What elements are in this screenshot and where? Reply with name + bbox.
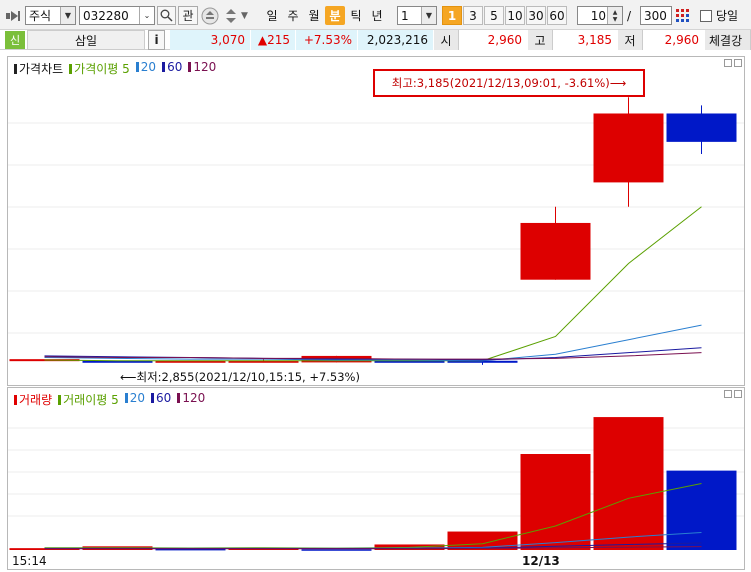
axis-date-label: 12/13 [522,554,560,568]
quick-5[interactable]: 5 [484,6,504,25]
chart-toolbar: 주식 ▼ 032280 ⌄ 관 ▼ 일 주 월 분 틱 년 1 ▼ 1 3 5 … [0,0,751,30]
high-annotation: 최고:3,185(2021/12/13,09:01, -3.61%)⟶ [373,69,645,97]
volume-bar [593,417,664,550]
search-icon [160,9,173,22]
count-separator: / [627,8,632,23]
current-price: 3,070 [170,30,251,50]
link-arrow-icon[interactable] [5,6,23,25]
count-total[interactable]: 300 [640,6,672,25]
quick-60[interactable]: 60 [547,6,567,25]
candle-body [666,113,737,142]
volume-bar [301,549,372,551]
candle-body [520,222,591,280]
low-price: 2,960 [643,30,705,50]
period-week[interactable]: 주 [283,6,303,25]
info-button[interactable]: i [148,30,165,50]
period-tabs: 일 주 월 분 틱 년 [262,6,388,25]
eject-icon[interactable] [200,6,220,25]
updown-stepper[interactable] [222,6,240,25]
low-label: 저 [618,30,643,50]
quick-3[interactable]: 3 [463,6,483,25]
open-label: 시 [434,30,459,50]
low-annotation-text: ⟵최저:2,855(2021/12/10,15:15, +7.53%) [120,370,360,384]
open-price: 2,960 [459,30,528,50]
interest-button[interactable]: 관 [178,6,198,25]
time-axis: 15:14 12/13 [7,552,745,570]
today-checkbox-wrap[interactable]: 당일 [700,6,751,25]
market-select[interactable]: 주식 ▼ [25,6,76,25]
quick-10[interactable]: 10 [505,6,525,25]
quick-interval-buttons: 1 3 5 10 30 60 [442,6,568,25]
search-button[interactable] [157,6,176,25]
market-select-value: 주식 [29,9,52,23]
count-total-value: 300 [644,8,667,23]
period-day[interactable]: 일 [262,6,282,25]
price-chart-panel[interactable]: 가격차트 가격이평 5 20 60 120 최고:3,185(2021/12/1… [7,56,745,386]
period-tick[interactable]: 틱 [346,6,366,25]
stock-name: 삼일 [27,30,145,50]
volume-bar [666,470,737,550]
period-month[interactable]: 월 [304,6,324,25]
axis-left-time: 15:14 [12,554,47,568]
trade-volume: 2,023,216 [358,30,434,50]
today-checkbox[interactable] [700,9,712,22]
ma20-line [44,324,702,362]
volume-bar [520,454,591,550]
volume-chart-panel[interactable]: 거래량 거래이평 5 20 60 120 [7,387,745,553]
high-label: 고 [528,30,553,50]
chevron-down-icon[interactable]: ▼ [421,7,436,24]
stock-code-input[interactable]: 032280 ⌄ [79,6,155,25]
count-stepper[interactable]: ▲ ▼ [607,7,622,24]
period-year[interactable]: 년 [367,6,387,25]
credit-badge: 신 [5,31,25,49]
quick-1[interactable]: 1 [442,6,462,25]
info-button-label: i [154,33,159,47]
price-change: ▲215 [251,30,296,50]
trade-strength-label: 체결강 [705,30,751,50]
quote-info-bar: 신 삼일 i 3,070 ▲215 +7.53% 2,023,216 시 2,9… [0,30,751,50]
credit-badge-label: 신 [9,34,21,47]
period-minute[interactable]: 분 [325,6,345,25]
quick-30[interactable]: 30 [526,6,546,25]
chevron-down-icon[interactable]: ⌄ [139,7,154,24]
price-chart-svg [8,97,744,365]
interval-select[interactable]: 1 ▼ [397,6,437,25]
high-price: 3,185 [553,30,618,50]
interval-value: 1 [401,8,409,23]
count-value: 10 [590,8,606,23]
settings-grid-icon[interactable] [674,6,692,25]
high-annotation-text: 최고:3,185(2021/12/13,09:01, -3.61%)⟶ [391,76,627,90]
interest-label: 관 [182,9,194,23]
stock-name-label: 삼일 [74,33,98,48]
stock-code-value: 032280 [83,8,129,23]
candle-body [593,113,664,183]
chevron-down-icon[interactable]: ▼ [241,6,251,25]
low-annotation: ⟵최저:2,855(2021/12/10,15:15, +7.53%) [120,369,360,385]
volume-chart-svg [8,417,744,551]
today-label: 당일 [716,9,739,23]
ma5-line [44,206,702,362]
price-change-pct: +7.53% [296,30,358,50]
count-input[interactable]: 10 ▲ ▼ [577,6,623,25]
chevron-down-icon[interactable]: ▼ [60,7,75,24]
